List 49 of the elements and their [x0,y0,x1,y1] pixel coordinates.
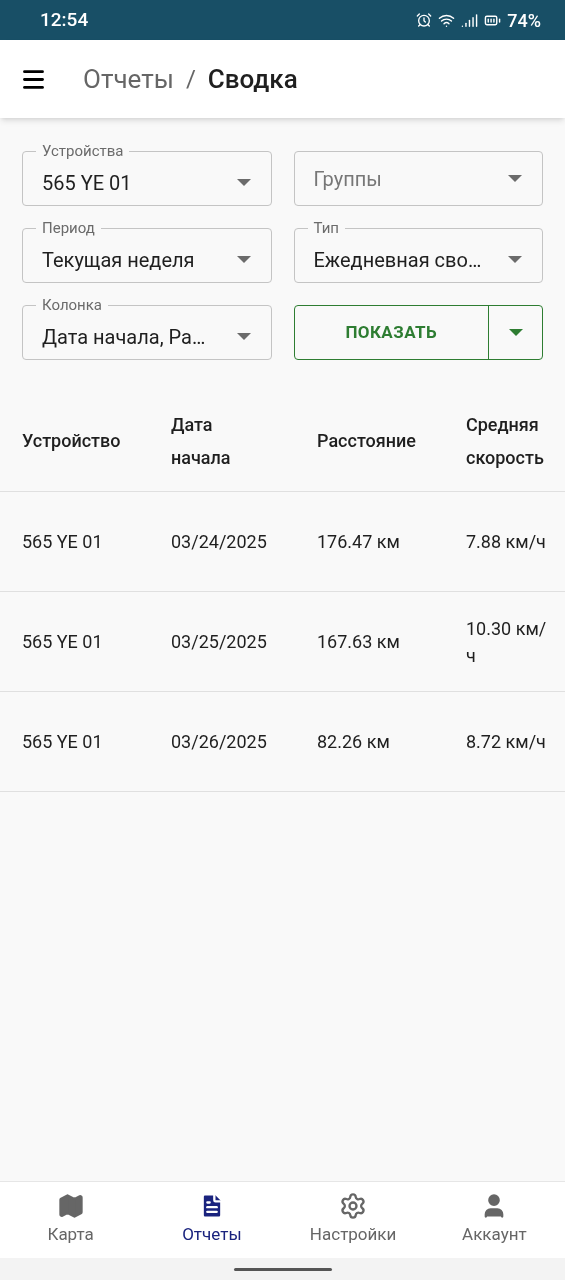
nav-tab[interactable]: Отчеты [141,1182,283,1258]
field-placeholder: Группы [313,165,383,193]
table-cell-text: 03/26/2025 [171,730,268,754]
breadcrumb-separator: / [185,64,196,95]
field-value: Дата начала, Ра… [42,323,207,351]
dropdown-caret-icon [508,174,522,183]
nav-tab[interactable]: Настройки [282,1182,424,1258]
table-cell-text: 82.26 км [317,730,391,754]
battery-percent: 74% [507,8,541,33]
dropdown-caret-icon [236,178,251,187]
table-cell-text: 7.88 км/ч [466,530,547,554]
field-label: Тип [312,219,340,237]
select-field[interactable]: Группы [293,151,543,206]
alarm-icon [416,12,433,28]
nav-tab[interactable]: Аккаунт [423,1182,565,1258]
show-button[interactable]: ПОКАЗАТЬ [294,306,489,359]
dropdown-caret-icon [508,328,523,337]
table-cell-text: 167.63 км [317,630,401,654]
select-field[interactable]: Тип Ежедневная сво… [293,219,543,283]
table-cell-text: 10.30 км/ч [466,616,548,668]
field-label: Период [41,219,96,237]
dropdown-caret-icon [508,255,522,264]
table-cell-text: 176.47 км [317,530,401,554]
field-label: Устройства [41,142,125,160]
table-cell-text: 565 YE 01 [22,530,104,554]
settings-icon [339,1192,368,1221]
signal-icon [461,11,479,29]
table-cell-text: 8.72 км/ч [466,730,547,754]
select-field[interactable]: Период Текущая неделя [22,219,272,283]
status-time: 12:54 [40,6,90,33]
select-field[interactable]: Устройства 565 YE 01 [22,142,272,206]
dropdown-caret-icon [236,255,251,264]
table-cell-text: 565 YE 01 [22,630,104,654]
column-header: Расстояние [317,429,417,453]
column-header: Средняя скорость [466,412,545,470]
field-value: Ежедневная сво… [313,246,483,274]
nav-tab[interactable]: Карта [0,1182,142,1258]
dropdown-caret-icon [236,332,251,341]
breadcrumb-link[interactable]: Отчеты [83,59,174,99]
column-header: Устройство [22,429,122,453]
table-cell-text: 03/24/2025 [171,530,268,554]
table-cell-text: 565 YE 01 [22,730,104,754]
field-value: Текущая неделя [42,246,196,274]
page-title: Сводка [207,62,298,96]
field-value: 565 YE 01 [42,169,133,197]
table-cell-text: 03/25/2025 [171,630,268,654]
select-field[interactable]: Колонка Дата начала, Ра… [22,296,272,360]
column-header: Дата начала [171,412,232,470]
field-label: Колонка [41,296,104,314]
